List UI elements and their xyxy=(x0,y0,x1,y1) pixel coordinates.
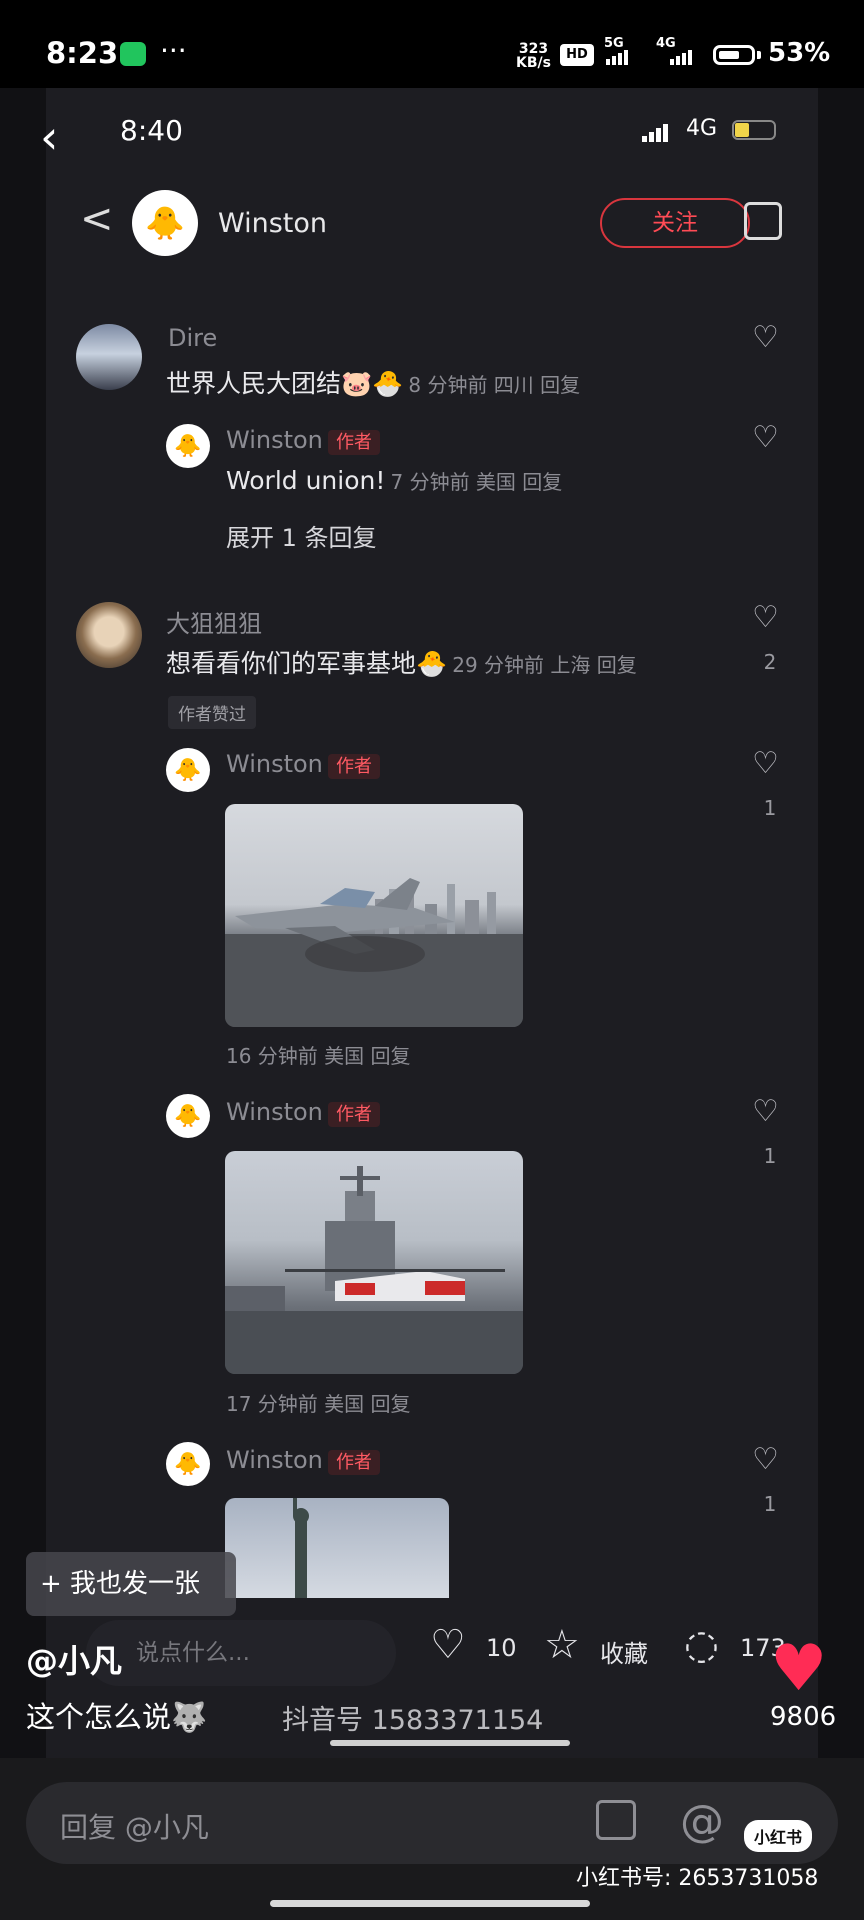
author-tag: 作者 xyxy=(327,430,380,455)
battery-percent: 53% xyxy=(768,38,831,68)
comment-meta[interactable]: 29 分钟前 上海 回复 xyxy=(452,653,637,677)
reply-text: World union! xyxy=(226,466,386,495)
like-heart-icon[interactable]: ♡ xyxy=(752,1442,779,1477)
like-icon[interactable]: ♡ xyxy=(430,1622,466,1668)
reply-placeholder: 回复 @小凡 xyxy=(60,1811,209,1844)
statue-illustration xyxy=(293,1498,309,1598)
comment-username[interactable]: Dire xyxy=(168,324,217,352)
like-count: 1 xyxy=(763,796,777,820)
inner-clock: 8:40 xyxy=(120,114,183,147)
douyin-watermark: 抖音号 1583371154 xyxy=(282,1705,544,1736)
comment-text: 世界人民大团结🐷🐣 xyxy=(166,369,404,398)
carrier-helicopter-illustration xyxy=(225,1166,523,1374)
message-app-icon xyxy=(120,42,146,66)
expand-replies-link[interactable]: 展开 1 条回复 xyxy=(226,518,377,553)
signal-4g-label: 4G xyxy=(656,36,676,51)
comment-bubble-icon[interactable]: ◌ xyxy=(684,1622,719,1668)
follow-button[interactable]: 关注 xyxy=(600,198,750,248)
signal-5g-icon xyxy=(606,50,628,65)
comment-line: 想看看你们的军事基地🐣 29 分钟前 上海 回复 xyxy=(166,644,637,680)
reply-meta[interactable]: 17 分钟前 美国 回复 xyxy=(226,1388,411,1417)
comment-line: 世界人民大团结🐷🐣 8 分钟前 四川 回复 xyxy=(166,364,580,400)
mention-at-icon[interactable]: @ xyxy=(680,1796,724,1847)
inner-network: 4G xyxy=(686,116,718,141)
battery-fill xyxy=(719,51,739,59)
like-heart-icon[interactable]: ♡ xyxy=(752,420,779,455)
winston-small-avatar[interactable]: 🐥 xyxy=(166,1442,210,1486)
author-tag: 作者 xyxy=(327,1450,380,1475)
video-author[interactable]: @小凡 xyxy=(26,1636,122,1682)
reply-username[interactable]: Winston xyxy=(226,426,323,454)
reply-meta[interactable]: 7 分钟前 美国 回复 xyxy=(390,470,562,494)
like-count: 2 xyxy=(763,650,777,674)
comment-input[interactable]: 说点什么... xyxy=(86,1620,396,1686)
inner-signal-icon xyxy=(642,124,668,142)
reply-header: Winston 作者 xyxy=(226,1446,380,1475)
like-heart-icon[interactable]: ♡ xyxy=(752,600,779,635)
dire-avatar[interactable] xyxy=(76,324,142,390)
outer-clock: 8:23 xyxy=(46,36,119,70)
author-tag: 作者 xyxy=(327,754,380,779)
like-count: 1 xyxy=(763,1144,777,1168)
like-heart-icon[interactable]: ♡ xyxy=(752,320,779,355)
reply-header: Winston 作者 xyxy=(226,750,380,779)
more-notifications-icon: ··· xyxy=(160,34,187,67)
net-speed: 323 KB/s xyxy=(516,41,551,71)
comment-meta[interactable]: 8 分钟前 四川 回复 xyxy=(408,373,580,397)
reply-username[interactable]: Winston xyxy=(226,1098,323,1126)
home-indicator[interactable] xyxy=(270,1900,590,1907)
collect-star-icon[interactable]: ☆ xyxy=(544,1622,580,1668)
fighter-jet-illustration xyxy=(225,878,523,1027)
like-heart-icon[interactable]: ♡ xyxy=(752,1094,779,1129)
header-username[interactable]: Winston xyxy=(218,208,327,239)
carrier-helicopter-photo[interactable] xyxy=(225,1151,523,1374)
comment-username[interactable]: 大狙狙狙 xyxy=(166,604,262,639)
xiaohongshu-id: 小红书号: 2653731058 xyxy=(576,1866,819,1891)
image-picker-icon[interactable] xyxy=(596,1800,636,1840)
signal-5g-label: 5G xyxy=(604,36,624,51)
header-back-icon[interactable]: < xyxy=(80,196,114,242)
hd-icon: HD xyxy=(560,44,594,66)
reply-meta[interactable]: 16 分钟前 美国 回复 xyxy=(226,1040,411,1069)
author-liked-chip: 作者赞过 xyxy=(168,696,256,729)
comment-text: 想看看你们的军事基地🐣 xyxy=(166,649,448,678)
like-count: 10 xyxy=(486,1634,517,1662)
reply-header: Winston 作者 xyxy=(226,426,380,455)
big-like-heart-icon[interactable]: ♥ xyxy=(770,1632,827,1706)
total-likes: 9806 xyxy=(770,1702,837,1732)
collect-label[interactable]: 收藏 xyxy=(600,1634,648,1669)
like-heart-icon[interactable]: ♡ xyxy=(752,746,779,781)
winston-avatar[interactable]: 🐥 xyxy=(132,190,198,256)
author-tag: 作者 xyxy=(327,1102,380,1127)
reply-header: Winston 作者 xyxy=(226,1098,380,1127)
signal-4g-icon xyxy=(670,50,692,65)
share-one-too-button[interactable]: + 我也发一张 xyxy=(26,1552,236,1616)
winston-small-avatar[interactable]: 🐥 xyxy=(166,748,210,792)
inner-battery-fill xyxy=(735,123,749,137)
xiaohongshu-logo: 小红书 xyxy=(744,1820,813,1852)
reply-line: World union! 7 分钟前 美国 回复 xyxy=(226,466,562,495)
commenter-avatar[interactable] xyxy=(76,602,142,668)
winston-small-avatar[interactable]: 🐥 xyxy=(166,424,210,468)
share-icon[interactable] xyxy=(744,202,782,240)
winston-small-avatar[interactable]: 🐥 xyxy=(166,1094,210,1138)
reply-username[interactable]: Winston xyxy=(226,750,323,778)
video-caption: 这个怎么说🐺 xyxy=(26,1700,208,1734)
statue-of-liberty-photo[interactable] xyxy=(225,1498,449,1598)
fighter-jet-photo[interactable] xyxy=(225,804,523,1027)
battery-tip xyxy=(757,51,761,59)
video-back-icon[interactable]: ‹ xyxy=(40,110,58,164)
reply-username[interactable]: Winston xyxy=(226,1446,323,1474)
video-progress-bar[interactable] xyxy=(330,1740,570,1746)
like-count: 1 xyxy=(763,1492,777,1516)
